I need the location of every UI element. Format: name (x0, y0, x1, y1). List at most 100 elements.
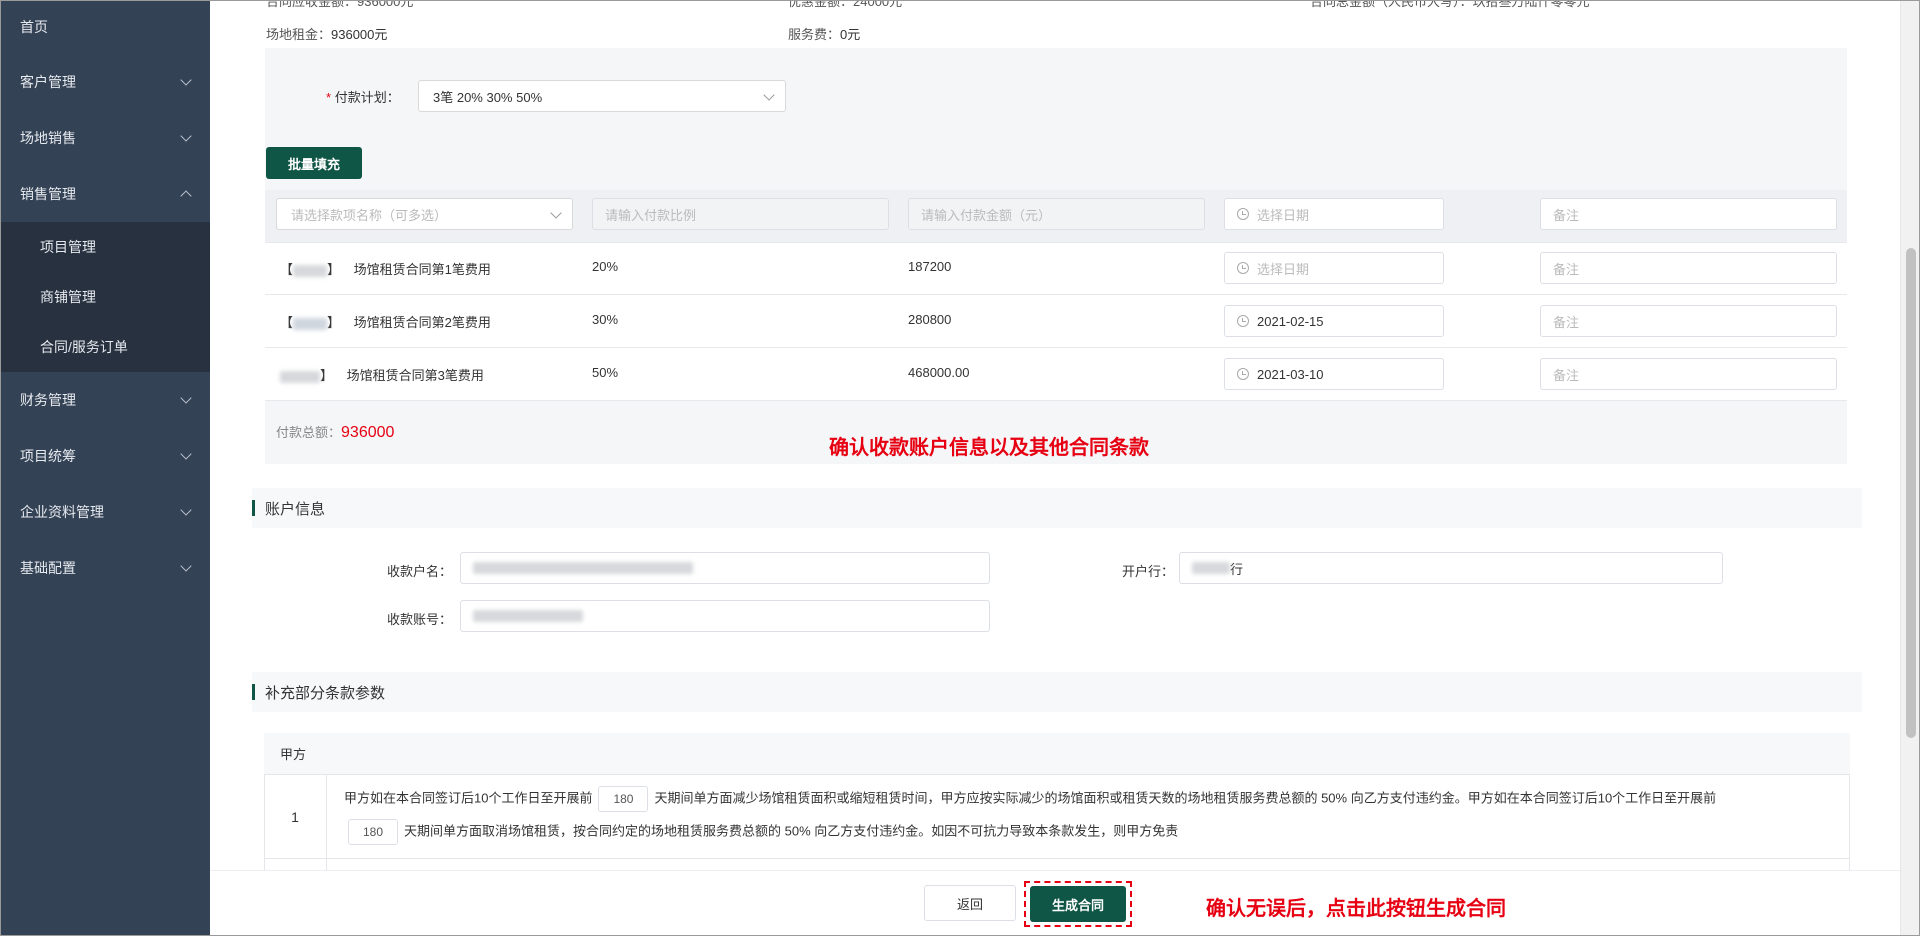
bracket-close: 】 (320, 368, 334, 383)
date-value: 2021-03-10 (1257, 366, 1324, 382)
section-bar (252, 684, 255, 700)
sidebar-item-label: 财务管理 (20, 392, 76, 408)
venue-rent: 场地租金：936000元 (266, 24, 387, 43)
scrollbar[interactable] (1900, 0, 1920, 936)
sidebar-item-label: 项目统筹 (20, 448, 76, 464)
venue-rent-label: 场地租金： (266, 27, 332, 42)
scrollbar-thumb[interactable] (1906, 248, 1916, 738)
fee-ratio: 20% (592, 259, 619, 274)
sidebar: 首页 客户管理 场地销售 销售管理 项目管理 商铺管理 合同/服务订单 财务管理… (0, 0, 210, 936)
supplement-section-header: 补充部分条款参数 (252, 672, 1862, 712)
sidebar-subitem-label: 商铺管理 (40, 289, 96, 305)
chevron-down-icon (180, 448, 192, 460)
row-remark-input[interactable]: 备注 (1540, 252, 1837, 284)
clock-icon (1237, 315, 1249, 327)
sidebar-subitem-contract[interactable]: 合同/服务订单 (0, 322, 210, 372)
remark-input[interactable]: 备注 (1540, 198, 1837, 230)
sidebar-item-label: 企业资料管理 (20, 504, 104, 520)
amount-placeholder: 请输入付款金额（元） (921, 207, 1052, 223)
total-value: 936000 (341, 424, 395, 441)
bracket-open: 【 (280, 315, 294, 330)
row-remark-input[interactable]: 备注 (1540, 305, 1837, 337)
fee-amount: 280800 (908, 312, 952, 327)
bracket-close: 】 (327, 315, 341, 330)
sidebar-item-finance[interactable]: 财务管理 (0, 372, 210, 428)
fee-ratio: 30% (592, 312, 619, 327)
payment-total: 付款总额：936000 (276, 422, 394, 442)
discount-amount: 优惠金额：24000元 (788, 0, 903, 9)
total-label: 付款总额： (276, 425, 342, 440)
table-divider (264, 858, 1850, 859)
sidebar-subitem-project[interactable]: 项目管理 (0, 222, 210, 272)
redacted-block (280, 370, 320, 383)
row-date-picker[interactable]: 2021-02-15 (1224, 305, 1444, 337)
sidebar-item-label: 基础配置 (20, 560, 76, 576)
party-header: 甲方 (280, 747, 307, 762)
payee-name-input[interactable] (460, 552, 990, 584)
row-remark-input[interactable]: 备注 (1540, 358, 1837, 390)
clause-line-2: 180 天期间单方面取消场馆租赁，按合同约定的场地租赁服务费总额的 50% 向乙方… (344, 819, 1178, 845)
days-input[interactable]: 180 (348, 819, 398, 845)
account-number-input[interactable] (460, 600, 990, 632)
service-fee-value: 0元 (840, 27, 861, 42)
date-value: 2021-02-15 (1257, 313, 1324, 329)
sidebar-item-venue-sales[interactable]: 场地销售 (0, 110, 210, 166)
bracket-open: 【 (280, 262, 294, 277)
remark-placeholder: 备注 (1553, 367, 1580, 383)
row-date-picker[interactable]: 选择日期 (1224, 252, 1444, 284)
redacted-block (293, 317, 328, 330)
sidebar-item-customer[interactable]: 客户管理 (0, 54, 210, 110)
date-placeholder: 选择日期 (1257, 261, 1310, 277)
annotation-confirm-generate: 确认无误后，点击此按钮生成合同 (1206, 896, 1506, 920)
clause-table-header: 甲方 (264, 733, 1850, 775)
back-button[interactable]: 返回 (924, 885, 1016, 921)
sidebar-item-home[interactable]: 首页 (0, 0, 210, 54)
sidebar-item-label: 场地销售 (20, 130, 76, 146)
ratio-placeholder: 请输入付款比例 (605, 207, 697, 223)
fee-ratio: 50% (592, 365, 619, 380)
row-divider (265, 400, 1847, 401)
generate-contract-button[interactable]: 生成合同 (1030, 886, 1126, 922)
fee-name-placeholder: 请选择款项名称（可多选） (291, 207, 448, 223)
amount-input[interactable]: 请输入付款金额（元） (908, 198, 1205, 230)
venue-rent-value: 936000元 (331, 27, 388, 42)
sidebar-item-label: 客户管理 (20, 74, 76, 90)
ratio-input[interactable]: 请输入付款比例 (592, 198, 889, 230)
sidebar-item-planning[interactable]: 项目统筹 (0, 428, 210, 484)
section-title: 补充部分条款参数 (265, 684, 386, 702)
chevron-down-icon (550, 207, 562, 219)
redacted-block (1192, 562, 1230, 574)
chevron-down-icon (180, 504, 192, 516)
date-placeholder: 选择日期 (1257, 207, 1310, 223)
days-input[interactable]: 180 (598, 786, 649, 812)
fee-name-select[interactable]: 请选择款项名称（可多选） (276, 198, 573, 230)
payment-plan-select[interactable]: 3笔 20% 30% 50% (418, 80, 786, 112)
bank-input[interactable]: 行 (1179, 552, 1723, 584)
payment-plan-value: 3笔 20% 30% 50% (433, 89, 543, 105)
service-fee: 服务费：0元 (788, 24, 860, 43)
payee-label: 收款户名： (386, 564, 452, 579)
row-divider (265, 347, 1847, 348)
row-date-picker[interactable]: 2021-03-10 (1224, 358, 1444, 390)
chevron-down-icon (763, 89, 775, 101)
bank-value-suffix: 行 (1230, 561, 1244, 577)
section-bar (252, 500, 255, 516)
sidebar-subitem-shop[interactable]: 商铺管理 (0, 272, 210, 322)
table-row: 】 场馆租赁合同第3笔费用 (280, 365, 484, 384)
chevron-down-icon (180, 130, 192, 142)
clause-text: 甲方如在本合同签订后10个工作日至开展前 (344, 790, 593, 806)
sidebar-item-label: 首页 (20, 19, 48, 35)
fee-amount: 468000.00 (908, 365, 970, 380)
sidebar-item-sales[interactable]: 销售管理 (0, 166, 210, 222)
chevron-down-icon (180, 74, 192, 86)
redacted-block (473, 562, 693, 574)
batch-fill-button[interactable]: 批量填充 (266, 147, 362, 179)
sidebar-item-config[interactable]: 基础配置 (0, 540, 210, 596)
fee-name: 场馆租赁合同第3笔费用 (346, 368, 484, 383)
sidebar-item-enterprise[interactable]: 企业资料管理 (0, 484, 210, 540)
chevron-down-icon (180, 560, 192, 572)
account-label: 收款账号： (386, 612, 452, 627)
clause-text: 天期间单方面取消场馆租赁，按合同约定的场地租赁服务费总额的 50% 向乙方支付违… (404, 823, 1179, 839)
fee-amount: 187200 (908, 259, 952, 274)
date-picker[interactable]: 选择日期 (1224, 198, 1444, 230)
